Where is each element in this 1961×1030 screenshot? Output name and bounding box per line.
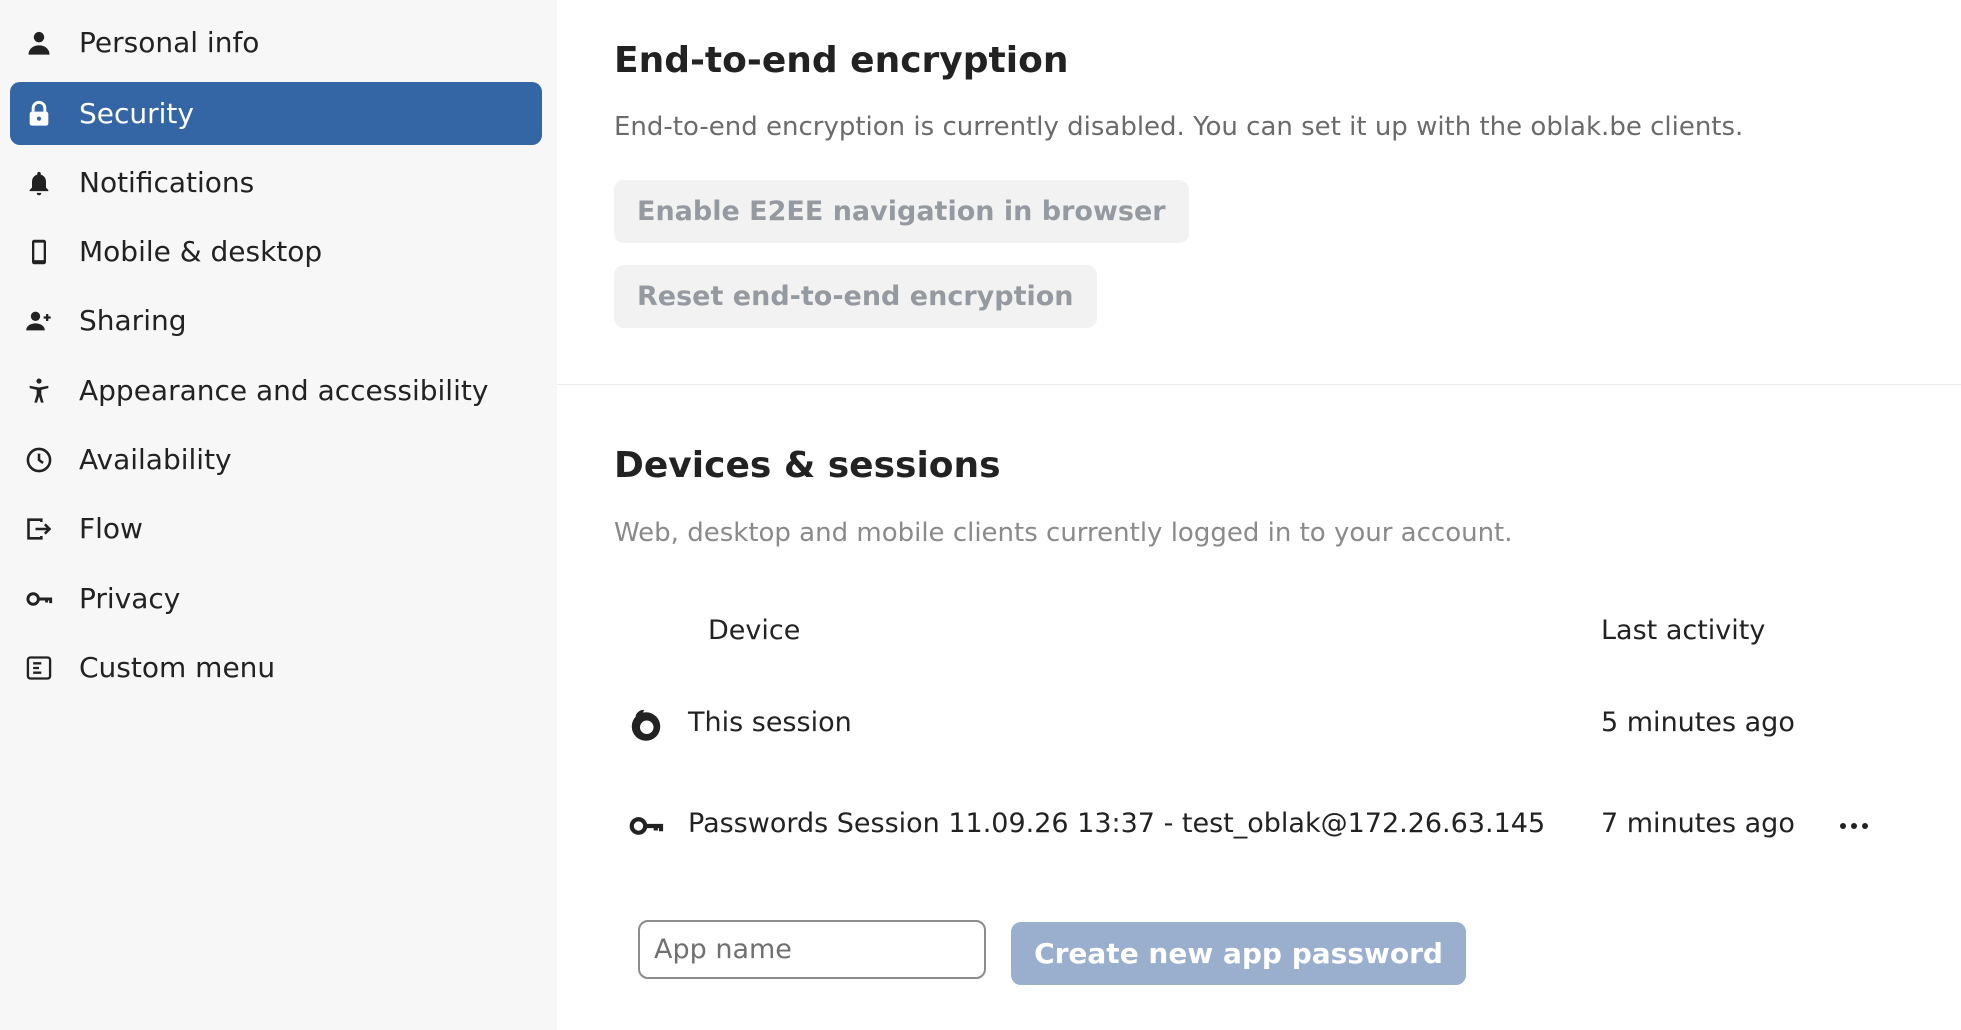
devices-description: Web, desktop and mobile clients currentl… <box>614 518 1513 548</box>
main-content: End-to-end encryption End-to-end encrypt… <box>557 0 1961 1030</box>
sidebar-item-privacy[interactable]: Privacy <box>10 567 542 630</box>
sidebar-item-label: Availability <box>79 443 232 476</box>
app-name-input[interactable] <box>638 920 986 979</box>
enable-e2ee-button[interactable]: Enable E2EE navigation in browser <box>614 180 1189 243</box>
key-icon <box>24 584 54 614</box>
device-last-activity: 7 minutes ago <box>1601 808 1795 839</box>
section-divider <box>557 384 1961 385</box>
flow-icon <box>24 514 54 544</box>
sidebar-item-label: Appearance and accessibility <box>79 374 489 407</box>
reset-e2ee-button[interactable]: Reset end-to-end encryption <box>614 265 1097 328</box>
sidebar-item-label: Personal info <box>79 26 260 59</box>
bell-icon <box>24 168 54 198</box>
share-user-icon <box>24 306 54 336</box>
sidebar-item-mobile-desktop[interactable]: Mobile & desktop <box>10 220 542 283</box>
sidebar-item-security[interactable]: Security <box>10 82 542 145</box>
accessibility-icon <box>24 376 54 406</box>
sidebar-item-label: Sharing <box>79 304 187 337</box>
sidebar-item-sharing[interactable]: Sharing <box>10 289 542 352</box>
sidebar-item-appearance[interactable]: Appearance and accessibility <box>10 359 542 422</box>
lock-icon <box>24 99 54 129</box>
e2ee-description: End-to-end encryption is currently disab… <box>614 112 1744 142</box>
sidebar-item-label: Security <box>79 97 194 130</box>
e2ee-title: End-to-end encryption <box>614 40 1069 81</box>
key-icon <box>626 806 666 846</box>
sidebar-item-availability[interactable]: Availability <box>10 428 542 491</box>
menu-icon <box>24 653 54 683</box>
firefox-icon <box>626 705 666 745</box>
settings-sidebar: Personal info Security Notifications Mob… <box>0 0 557 1030</box>
sidebar-item-label: Custom menu <box>79 651 276 684</box>
column-header-device: Device <box>708 615 801 646</box>
device-last-activity: 5 minutes ago <box>1601 707 1795 738</box>
device-name: This session <box>688 707 852 738</box>
more-actions-icon[interactable] <box>1832 810 1876 842</box>
sidebar-item-notifications[interactable]: Notifications <box>10 151 542 214</box>
sidebar-item-label: Privacy <box>79 582 181 615</box>
column-header-last-activity: Last activity <box>1601 615 1766 646</box>
clock-icon <box>24 445 54 475</box>
device-name: Passwords Session 11.09.26 13:37 - test_… <box>688 808 1546 839</box>
sidebar-item-label: Flow <box>79 512 143 545</box>
sidebar-item-label: Mobile & desktop <box>79 235 323 268</box>
sidebar-item-label: Notifications <box>79 166 255 199</box>
sidebar-item-flow[interactable]: Flow <box>10 497 542 560</box>
phone-icon <box>24 237 54 267</box>
devices-title: Devices & sessions <box>614 445 1001 486</box>
sidebar-item-personal-info[interactable]: Personal info <box>10 11 542 74</box>
sidebar-item-custom-menu[interactable]: Custom menu <box>10 636 542 699</box>
person-icon <box>24 28 54 58</box>
create-app-password-button[interactable]: Create new app password <box>1011 922 1466 985</box>
